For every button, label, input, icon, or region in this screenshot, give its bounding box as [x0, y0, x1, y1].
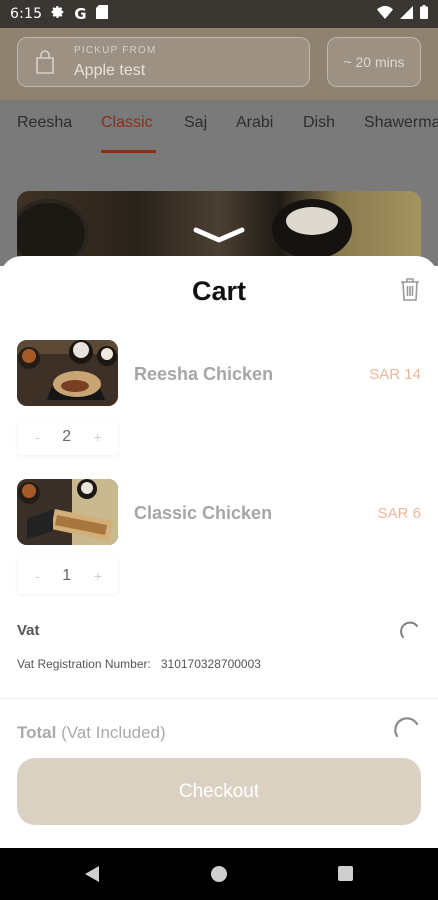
total-title: Total — [17, 723, 57, 742]
cart-sheet: Cart Reesha Chicken SAR 14 - 2 + Classic… — [0, 256, 438, 848]
vat-registration-number: 310170328700003 — [160, 657, 261, 671]
tab-arabi[interactable]: Arabi — [236, 114, 273, 132]
signal-icon — [400, 5, 413, 23]
item-name: Classic Chicken — [134, 503, 273, 523]
cart-title: Cart — [191, 276, 246, 306]
increment-button[interactable]: + — [94, 429, 102, 445]
eta-badge[interactable]: ~ 20 mins — [327, 37, 421, 87]
quantity-value: 1 — [62, 567, 72, 584]
increment-button[interactable]: + — [94, 568, 102, 584]
decrement-button[interactable]: - — [35, 568, 40, 584]
checkout-button[interactable]: Checkout — [17, 758, 421, 825]
system-navigation-bar — [0, 848, 438, 900]
total-label: Total (Vat Included) — [17, 723, 166, 743]
google-g-icon: G — [74, 5, 87, 23]
quantity-stepper: - 2 + — [17, 419, 118, 455]
gear-icon — [51, 5, 65, 23]
tab-shawerma[interactable]: Shawerma — [364, 114, 438, 132]
item-price: SAR 6 — [377, 505, 421, 522]
vat-label: Vat — [17, 622, 40, 639]
item-image — [17, 479, 118, 545]
home-icon[interactable] — [211, 866, 227, 882]
loading-spinner-icon — [399, 620, 421, 647]
sd-card-icon — [95, 5, 108, 23]
loading-spinner-icon — [393, 716, 421, 749]
total-vat-note: (Vat Included) — [61, 723, 166, 742]
pickup-branch-name: Apple test — [74, 62, 146, 79]
item-name: Reesha Chicken — [134, 364, 274, 384]
quantity-stepper: - 1 + — [17, 558, 118, 594]
item-price: SAR 14 — [369, 366, 421, 383]
status-bar: 6:15 G — [0, 0, 438, 28]
trash-icon[interactable] — [399, 277, 421, 306]
vat-registration-label: Vat Registration Number: — [17, 657, 151, 671]
category-tabs: Reesha Classic Saj Arabi Dish Shawerma — [0, 100, 438, 156]
shopping-bag-icon — [34, 50, 56, 79]
tab-classic[interactable]: Classic — [101, 114, 153, 132]
tab-reesha[interactable]: Reesha — [17, 114, 72, 132]
recent-apps-icon[interactable] — [338, 866, 353, 881]
back-icon[interactable] — [84, 865, 100, 888]
pickup-label: PICKUP FROM — [74, 45, 157, 56]
decrement-button[interactable]: - — [35, 429, 40, 445]
quantity-value: 2 — [62, 428, 72, 445]
battery-icon — [420, 5, 428, 23]
status-time: 6:15 — [10, 6, 43, 22]
app-header: PICKUP FROM Apple test ~ 20 mins — [0, 28, 438, 100]
active-tab-indicator — [101, 150, 156, 153]
divider — [0, 698, 438, 699]
item-image — [17, 340, 118, 406]
vat-registration: Vat Registration Number: 310170328700003 — [17, 657, 261, 671]
pickup-location-selector[interactable]: PICKUP FROM Apple test — [17, 37, 310, 87]
wifi-icon — [377, 5, 393, 23]
tab-dish[interactable]: Dish — [303, 114, 335, 132]
chevron-down-icon[interactable] — [192, 226, 246, 249]
tab-saj[interactable]: Saj — [184, 114, 207, 132]
